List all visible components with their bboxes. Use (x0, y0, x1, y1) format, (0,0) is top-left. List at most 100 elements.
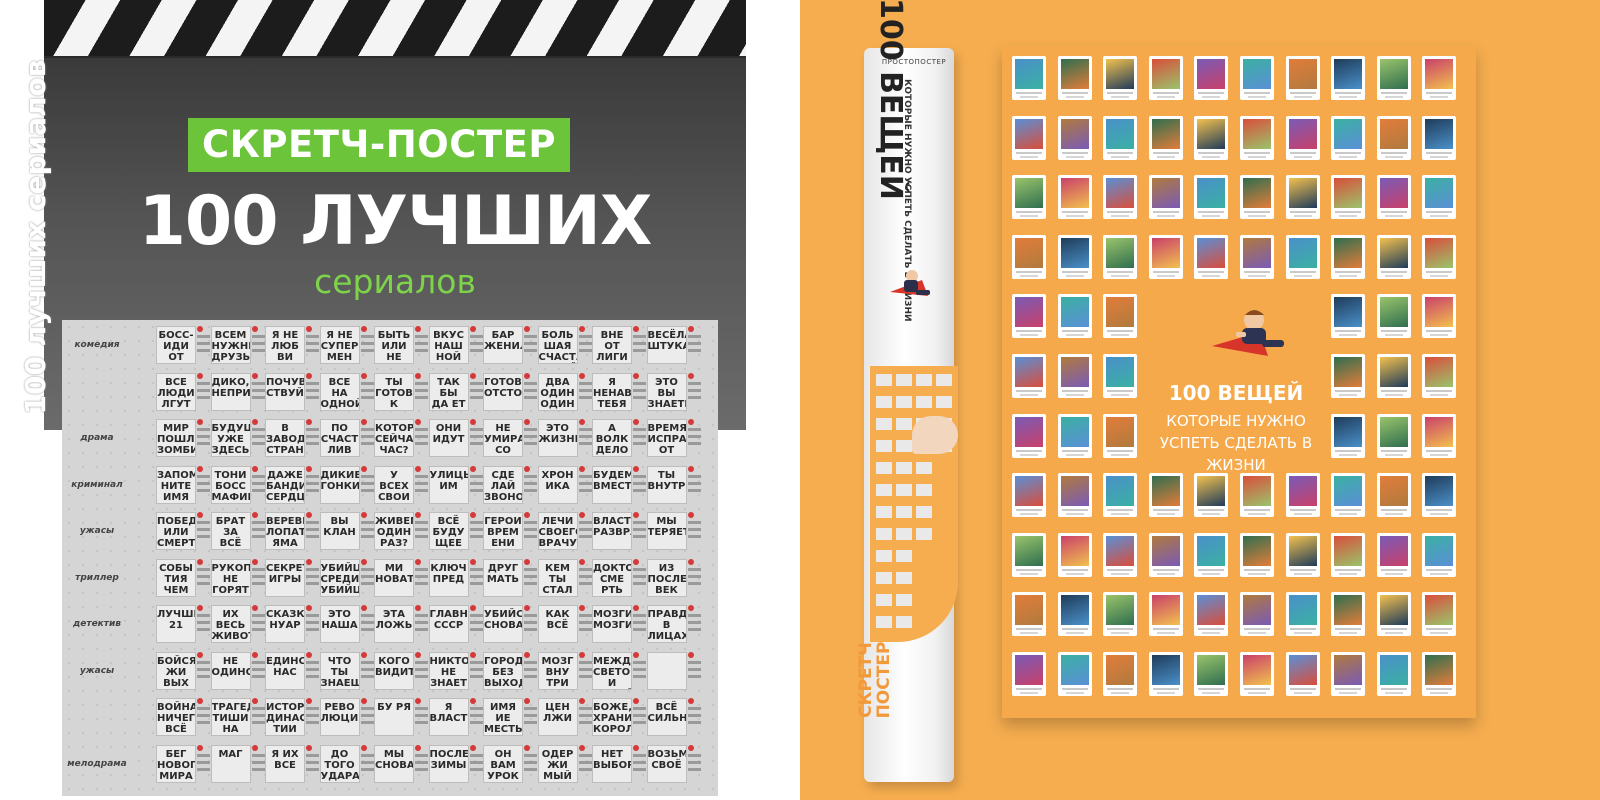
series-tile: МАГ (210, 744, 251, 783)
card-illustration (1197, 535, 1226, 566)
card-caption-line (1244, 568, 1270, 571)
series-tile: ГЕРОИ ВРЕМ ЕНИ (483, 512, 523, 550)
scratch-card (1148, 652, 1183, 696)
tube-subtitle: КОТОРЫЕ НУЖНО УСПЕТЬ СДЕЛАТЬ В ЖИЗНИ (902, 79, 912, 322)
card-illustration (1060, 655, 1089, 685)
scratch-card (1057, 294, 1092, 339)
tile-rating-marks (687, 744, 702, 783)
scratch-card (1285, 175, 1320, 220)
card-illustration (1334, 357, 1363, 387)
card-caption-line (1244, 688, 1270, 690)
series-tile: Я НЕНАВИЖУ ТЕБЯ (592, 372, 632, 411)
card-caption-line (1202, 572, 1221, 575)
scratch-card (1103, 354, 1138, 398)
card-caption-line (1152, 628, 1179, 631)
scratch-card (1240, 234, 1274, 279)
card-illustration (1243, 118, 1271, 149)
scratch-card (1148, 56, 1183, 100)
tile-rating-marks (197, 744, 211, 783)
scratch-card (1285, 115, 1320, 160)
card-illustration (1015, 118, 1043, 149)
card-illustration (1379, 595, 1408, 626)
card-caption-line (1244, 270, 1270, 273)
tile-rating-marks (469, 372, 484, 411)
card-caption-line (1020, 274, 1038, 277)
unroll-card (936, 374, 952, 386)
card-illustration (1334, 237, 1363, 268)
unroll-card (916, 506, 932, 518)
card-caption-line (1152, 211, 1179, 214)
series-tile: НЕ УМИРАЙ СО СМЕХУ (483, 419, 523, 457)
card-illustration (1197, 118, 1226, 149)
card-caption-line (1111, 334, 1130, 337)
card-caption-line (1426, 270, 1453, 273)
card-caption-line (1020, 96, 1038, 98)
series-tile: КОГО ВИДИТЕ? (374, 651, 414, 690)
tile-rating-marks (633, 419, 647, 457)
card-caption-line (1430, 215, 1449, 218)
card-caption-line (1289, 92, 1316, 94)
genre-label: триллер (75, 572, 119, 583)
card-caption-line (1107, 688, 1134, 690)
series-tile: ВОЙНА НИЧЕГО ВСЁ (156, 698, 196, 736)
scratch-card (1422, 652, 1457, 696)
card-illustration (1015, 357, 1043, 387)
card-illustration (1379, 535, 1408, 566)
card-caption-line (1111, 215, 1130, 218)
series-tile: МОЗГ ВНУ ТРИ (537, 651, 578, 690)
card-illustration (1197, 178, 1226, 209)
tile-rating-marks (306, 326, 320, 364)
card-illustration (1015, 416, 1043, 447)
card-illustration (1243, 595, 1271, 626)
scratch-card (1331, 413, 1366, 458)
tile-rating-marks (469, 698, 484, 736)
scratch-card (1422, 234, 1457, 279)
card-caption-line (1289, 270, 1316, 273)
card-caption-line (1198, 688, 1225, 690)
series-tile: ОНИ ИДУТ (428, 419, 469, 457)
card-caption-line (1293, 155, 1312, 158)
tile-rating-marks (306, 372, 320, 411)
scratch-card (1331, 175, 1366, 220)
card-caption-line (1061, 568, 1088, 571)
card-caption-line (1016, 151, 1042, 154)
tile-rating-marks (633, 326, 647, 364)
card-illustration (1425, 476, 1454, 507)
scratch-card (1376, 652, 1411, 696)
scratch-card (1376, 294, 1411, 339)
card-illustration (1197, 237, 1226, 268)
series-tile: СДЕ ЛАЙ ЗВОНОК (483, 465, 523, 504)
card-caption-line (1065, 274, 1084, 277)
card-caption-line (1426, 628, 1453, 631)
scratch-card (1012, 56, 1046, 100)
unroll-card (876, 484, 892, 496)
tile-rating-marks (360, 372, 375, 411)
tile-rating-marks (360, 419, 375, 457)
left-title: 100 ЛУЧШИХ (138, 182, 653, 261)
scratch-card (1103, 175, 1138, 220)
scratch-card (1422, 115, 1457, 160)
series-tile: ТАК БЫ ДА ЕТ (428, 372, 469, 411)
series-tile: ПОБЕДА ИЛИ СМЕРТЬ (156, 512, 196, 550)
scratch-card (1285, 234, 1320, 279)
card-illustration (1288, 118, 1317, 149)
series-tile: БОЙСЯ ЖИ ВЫХ (156, 651, 196, 690)
tile-rating-marks (360, 698, 375, 736)
scratch-card (1057, 652, 1092, 696)
card-illustration (1379, 416, 1408, 447)
series-tile: МЫ ТЕРЯЕТЕ (646, 512, 687, 550)
tile-rating-marks (415, 558, 429, 597)
card-illustration (1334, 178, 1363, 209)
tile-rating-marks (524, 558, 538, 597)
scratch-card (1012, 294, 1046, 339)
card-caption-line (1020, 453, 1038, 456)
card-illustration (1060, 118, 1089, 149)
card-caption-line (1107, 211, 1134, 214)
series-tile: ВСЕ ЛЮДИ ЛГУТ (156, 372, 196, 411)
card-caption-line (1202, 215, 1221, 218)
scratch-card (1057, 413, 1092, 458)
tile-rating-marks (415, 419, 429, 457)
card-caption-line (1430, 334, 1449, 337)
card-caption-line (1339, 692, 1358, 694)
card-illustration (1288, 535, 1317, 566)
